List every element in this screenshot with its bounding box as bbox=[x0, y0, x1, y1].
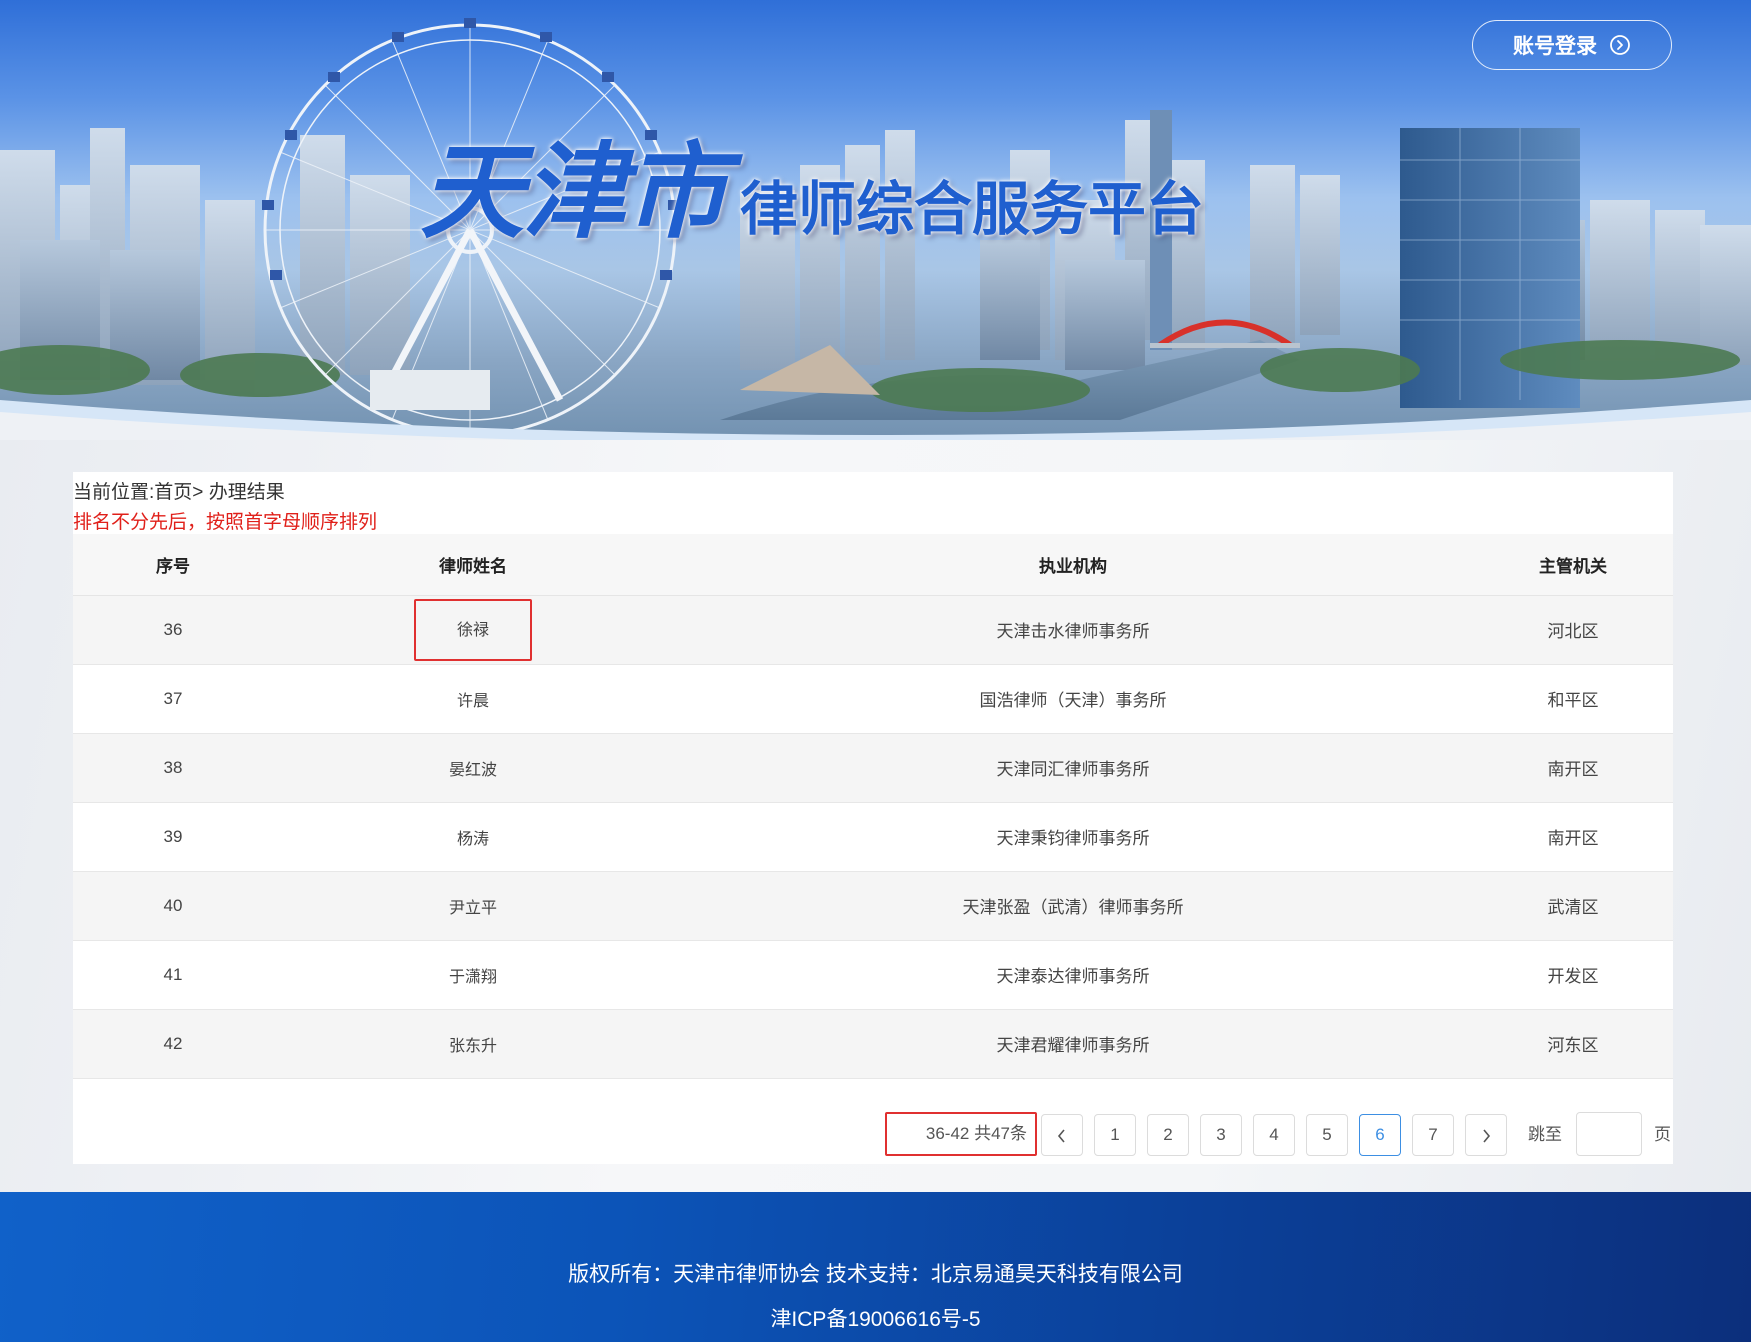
page-button-1[interactable]: 1 bbox=[1094, 1114, 1136, 1156]
cell-firm: 天津同汇律师事务所 bbox=[673, 733, 1473, 803]
banner-wave-divider bbox=[0, 400, 1751, 450]
pagination-total: 36-42 共47条 bbox=[885, 1112, 1037, 1156]
cell-authority: 河东区 bbox=[1473, 1009, 1673, 1079]
table-row: 39 杨涛 天津秉钧律师事务所 南开区 bbox=[73, 802, 1673, 872]
site-title: 天津市 律师综合服务平台 bbox=[420, 140, 1204, 244]
cell-firm: 天津张盈（武清）律师事务所 bbox=[673, 871, 1473, 941]
pagination: 36-42 共47条 1 2 3 4 5 6 7 跳至 页 bbox=[73, 1100, 1673, 1164]
cell-authority: 开发区 bbox=[1473, 940, 1673, 1010]
cell-firm: 天津秉钧律师事务所 bbox=[673, 802, 1473, 872]
breadcrumb-separator: > bbox=[192, 482, 204, 503]
page-button-4[interactable]: 4 bbox=[1253, 1114, 1295, 1156]
page-suffix-label: 页 bbox=[1654, 1125, 1671, 1144]
page-button-2[interactable]: 2 bbox=[1147, 1114, 1189, 1156]
cell-name: 杨涛 bbox=[273, 802, 673, 872]
page-button-7[interactable]: 7 bbox=[1412, 1114, 1454, 1156]
breadcrumb-current: 办理结果 bbox=[208, 482, 285, 503]
cell-no: 40 bbox=[73, 871, 273, 941]
cell-firm: 国浩律师（天津）事务所 bbox=[673, 664, 1473, 734]
table-row: 38 晏红波 天津同汇律师事务所 南开区 bbox=[73, 733, 1673, 803]
page-button-6-current[interactable]: 6 bbox=[1359, 1114, 1401, 1156]
breadcrumb-prefix: 当前位置: bbox=[73, 482, 155, 503]
table-row: 40 尹立平 天津张盈（武清）律师事务所 武清区 bbox=[73, 871, 1673, 941]
column-header-name: 律师姓名 bbox=[273, 534, 673, 596]
lawyer-table: 序号 律师姓名 执业机构 主管机关 36 徐禄 天津击水律师事务所 河北区 37… bbox=[73, 534, 1673, 1079]
account-login-label: 账号登录 bbox=[1513, 34, 1597, 58]
page-button-5[interactable]: 5 bbox=[1306, 1114, 1348, 1156]
cell-authority: 武清区 bbox=[1473, 871, 1673, 941]
jump-to-label: 跳至 bbox=[1528, 1125, 1562, 1144]
cell-authority: 南开区 bbox=[1473, 802, 1673, 872]
cell-no: 41 bbox=[73, 940, 273, 1010]
circle-chevron-right-icon bbox=[1609, 34, 1631, 56]
cell-authority: 河北区 bbox=[1473, 595, 1673, 665]
cell-name: 尹立平 bbox=[273, 871, 673, 941]
table-row: 36 徐禄 天津击水律师事务所 河北区 bbox=[73, 595, 1673, 665]
cell-no: 37 bbox=[73, 664, 273, 734]
cell-authority: 和平区 bbox=[1473, 664, 1673, 734]
chevron-left-icon bbox=[1056, 1128, 1068, 1147]
site-title-platform: 律师综合服务平台 bbox=[740, 175, 1205, 243]
cell-firm: 天津君耀律师事务所 bbox=[673, 1009, 1473, 1079]
table-row: 37 许晨 国浩律师（天津）事务所 和平区 bbox=[73, 664, 1673, 734]
next-page-button[interactable] bbox=[1465, 1114, 1507, 1156]
cell-name: 晏红波 bbox=[273, 733, 673, 803]
prev-page-button[interactable] bbox=[1041, 1114, 1083, 1156]
footer-copyright: 版权所有：天津市律师协会 技术支持：北京易通昊天科技有限公司 bbox=[568, 1263, 1183, 1286]
results-panel: 当前位置:首页> 办理结果 排名不分先后，按照首字母顺序排列 序号 律师姓名 执… bbox=[73, 472, 1673, 1164]
breadcrumb: 当前位置:首页> 办理结果 bbox=[73, 477, 285, 504]
table-header-row: 序号 律师姓名 执业机构 主管机关 bbox=[73, 534, 1673, 596]
cell-firm: 天津泰达律师事务所 bbox=[673, 940, 1473, 1010]
highlighted-name: 徐禄 bbox=[414, 598, 532, 661]
cell-no: 36 bbox=[73, 595, 273, 665]
cell-name: 于潇翔 bbox=[273, 940, 673, 1010]
cell-no: 38 bbox=[73, 733, 273, 803]
ordering-note: 排名不分先后，按照首字母顺序排列 bbox=[73, 512, 378, 533]
table-row: 41 于潇翔 天津泰达律师事务所 开发区 bbox=[73, 940, 1673, 1010]
cell-no: 39 bbox=[73, 802, 273, 872]
table-row: 42 张东升 天津君耀律师事务所 河东区 bbox=[73, 1009, 1673, 1079]
cell-name: 许晨 bbox=[273, 664, 673, 734]
header-banner: 天津市 律师综合服务平台 账号登录 bbox=[0, 0, 1751, 450]
chevron-right-icon bbox=[1480, 1128, 1492, 1147]
cell-firm: 天津击水律师事务所 bbox=[673, 595, 1473, 665]
footer: 版权所有：天津市律师协会 技术支持：北京易通昊天科技有限公司 津ICP备1900… bbox=[0, 1192, 1751, 1342]
site-title-city: 天津市 bbox=[420, 130, 728, 253]
footer-icp-license: 津ICP备19006616号-5 bbox=[770, 1308, 981, 1331]
jump-page-input[interactable] bbox=[1576, 1112, 1642, 1156]
column-header-firm: 执业机构 bbox=[673, 534, 1473, 596]
cell-no: 42 bbox=[73, 1009, 273, 1079]
column-header-no: 序号 bbox=[73, 534, 273, 596]
account-login-button[interactable]: 账号登录 bbox=[1472, 20, 1672, 70]
cell-name: 张东升 bbox=[273, 1009, 673, 1079]
page-button-3[interactable]: 3 bbox=[1200, 1114, 1242, 1156]
column-header-authority: 主管机关 bbox=[1473, 534, 1673, 596]
breadcrumb-home-link[interactable]: 首页 bbox=[154, 482, 192, 503]
cell-authority: 南开区 bbox=[1473, 733, 1673, 803]
cell-name: 徐禄 bbox=[273, 595, 673, 665]
